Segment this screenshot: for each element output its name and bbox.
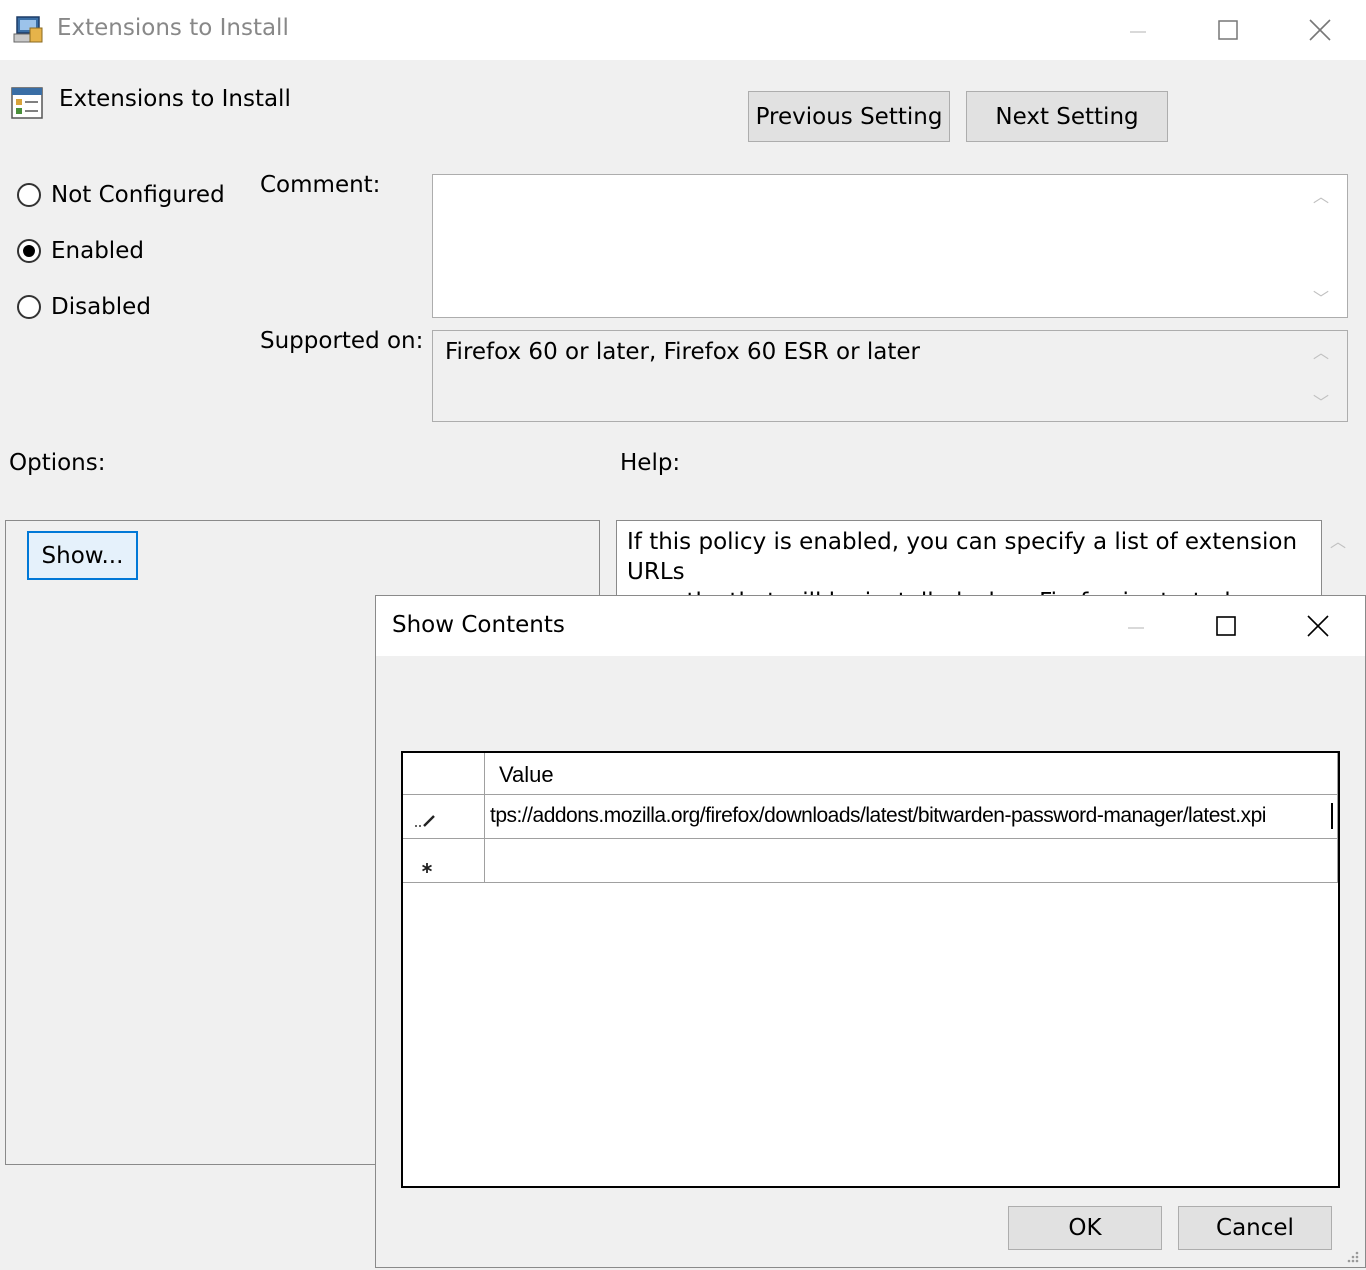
value-grid: Value tps://addons.mozilla.org/firefox/d… [401, 751, 1340, 1188]
title-bar: Extensions to Install [0, 0, 1366, 60]
dialog-title-bar: Show Contents [376, 596, 1365, 656]
column-header-value[interactable]: Value [485, 753, 1338, 795]
dialog-title: Show Contents [392, 612, 565, 638]
policy-setting-window: Extensions to Install Extensions to Inst… [0, 0, 1366, 1268]
next-setting-button[interactable]: Next Setting [966, 91, 1168, 142]
text-cursor [1331, 803, 1333, 829]
radio-not-configured[interactable]: Not Configured [17, 182, 225, 208]
options-label: Options: [9, 450, 106, 476]
supported-on-value: Firefox 60 or later, Firefox 60 ESR or l… [445, 339, 920, 365]
minimize-button[interactable] [1115, 7, 1161, 53]
asterisk-icon [421, 854, 433, 873]
help-line: If this policy is enabled, you can speci… [627, 529, 1298, 585]
comment-textarea[interactable]: ︿ ﹀ [432, 174, 1348, 318]
radio-label: Not Configured [51, 182, 225, 208]
value-cell-editing[interactable]: tps://addons.mozilla.org/firefox/downloa… [485, 795, 1338, 839]
column-header-label: Value [499, 762, 554, 787]
radio-label: Disabled [51, 294, 151, 320]
radio-disabled[interactable]: Disabled [17, 294, 151, 320]
policy-computer-icon [13, 14, 45, 46]
row-header-edit[interactable] [403, 795, 485, 839]
window-title: Extensions to Install [57, 15, 289, 41]
radio-circle-selected[interactable] [17, 239, 41, 263]
cancel-button[interactable]: Cancel [1178, 1206, 1332, 1250]
scroll-up-icon[interactable]: ︿ [1330, 528, 1346, 552]
help-label: Help: [620, 450, 681, 476]
supported-on-label: Supported on: [260, 328, 424, 354]
help-panel: If this policy is enabled, you can speci… [616, 520, 1322, 600]
radio-circle[interactable] [17, 183, 41, 207]
row-header-new[interactable] [403, 839, 485, 883]
scroll-up-icon[interactable]: ︿ [1313, 183, 1329, 207]
value-cell-new[interactable] [485, 839, 1338, 883]
pencil-icon [413, 809, 437, 827]
previous-setting-button[interactable]: Previous Setting [748, 91, 950, 142]
maximize-button[interactable] [1205, 7, 1251, 53]
dialog-maximize-button[interactable] [1203, 603, 1249, 649]
grid-corner-header [403, 753, 485, 795]
radio-circle[interactable] [17, 295, 41, 319]
value-text[interactable]: tps://addons.mozilla.org/firefox/downloa… [490, 804, 1266, 828]
dialog-close-button[interactable] [1295, 603, 1341, 649]
show-contents-dialog: Show Contents Value tps://addons.mozilla… [375, 595, 1366, 1268]
scroll-down-icon[interactable]: ﹀ [1313, 285, 1329, 309]
radio-label: Enabled [51, 238, 144, 264]
radio-enabled[interactable]: Enabled [17, 238, 144, 264]
resize-grip-icon[interactable] [1344, 1244, 1360, 1263]
scroll-down-icon[interactable]: ﹀ [1313, 389, 1329, 413]
dialog-minimize-button[interactable] [1113, 603, 1159, 649]
scroll-up-icon[interactable]: ︿ [1313, 339, 1329, 363]
ok-button[interactable]: OK [1008, 1206, 1162, 1250]
supported-on-box: Firefox 60 or later, Firefox 60 ESR or l… [432, 330, 1348, 422]
show-button[interactable]: Show... [27, 531, 138, 580]
help-text: If this policy is enabled, you can speci… [627, 527, 1321, 599]
policy-setting-icon [10, 86, 44, 120]
setting-name: Extensions to Install [59, 86, 291, 112]
comment-label: Comment: [260, 172, 381, 198]
close-button[interactable] [1297, 7, 1343, 53]
